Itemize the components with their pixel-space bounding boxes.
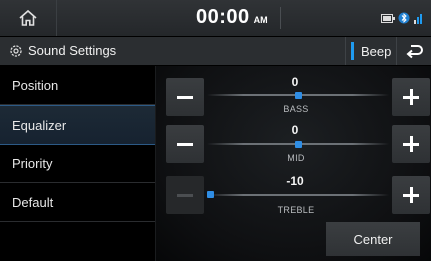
beep-indicator: [351, 42, 354, 60]
bass-increase-button[interactable]: [392, 78, 430, 116]
treble-slider-thumb[interactable]: [206, 191, 214, 198]
sound-settings-screen: 00:00 AM Sound Settings Beep Position Eq…: [0, 0, 431, 261]
plus-icon: [403, 89, 419, 105]
bass-slider-thumb[interactable]: [294, 92, 302, 99]
bass-label: BASS: [283, 104, 309, 114]
menu-item-label: Equalizer: [12, 117, 67, 133]
clock-time: 00:00: [196, 6, 250, 28]
menu-item-label: Default: [12, 194, 54, 210]
mid-slider-thumb[interactable]: [294, 141, 302, 148]
minus-icon: [177, 193, 193, 197]
treble-decrease-button[interactable]: [166, 176, 204, 214]
menu-item-position[interactable]: Position: [0, 66, 155, 105]
menu-item-default[interactable]: Default: [0, 183, 155, 222]
minus-icon: [177, 95, 193, 99]
page-title: Sound Settings: [28, 43, 117, 58]
status-bar: 00:00 AM: [0, 0, 431, 36]
bass-value: 0: [291, 75, 299, 89]
battery-icon: [381, 13, 395, 23]
menu-item-label: Priority: [12, 155, 53, 171]
treble-label: TREBLE: [277, 205, 315, 215]
signal-icon: [414, 14, 422, 24]
plus-icon: [403, 187, 419, 203]
back-button[interactable]: [396, 37, 431, 65]
center-button[interactable]: Center: [326, 222, 420, 256]
beep-button[interactable]: Beep: [345, 37, 397, 65]
mid-value: 0: [291, 123, 299, 137]
beep-label: Beep: [361, 43, 392, 59]
menu-item-equalizer[interactable]: Equalizer: [0, 105, 155, 145]
menu-item-priority[interactable]: Priority: [0, 144, 155, 183]
status-icons: [381, 0, 431, 36]
title-bar: Sound Settings Beep: [0, 37, 431, 65]
status-divider: [280, 7, 281, 29]
bass-decrease-button[interactable]: [166, 78, 204, 116]
gear-icon: [10, 45, 22, 57]
treble-slider-track[interactable]: [207, 194, 389, 196]
back-arrow-icon: [405, 45, 423, 59]
menu-item-label: Position: [12, 77, 59, 93]
settings-menu: Position Equalizer Priority Default: [0, 66, 156, 261]
mid-increase-button[interactable]: [392, 125, 430, 163]
minus-icon: [177, 142, 193, 146]
center-button-label: Center: [353, 231, 393, 247]
mid-label: MID: [287, 153, 305, 163]
clock-ampm: AM: [253, 15, 268, 25]
treble-value: -10: [286, 174, 304, 188]
plus-icon: [403, 136, 419, 152]
clock: 00:00 AM: [196, 6, 268, 30]
treble-increase-button[interactable]: [392, 176, 430, 214]
bluetooth-icon: [398, 12, 410, 24]
mid-decrease-button[interactable]: [166, 125, 204, 163]
home-button[interactable]: [0, 0, 57, 36]
home-icon: [19, 9, 37, 26]
